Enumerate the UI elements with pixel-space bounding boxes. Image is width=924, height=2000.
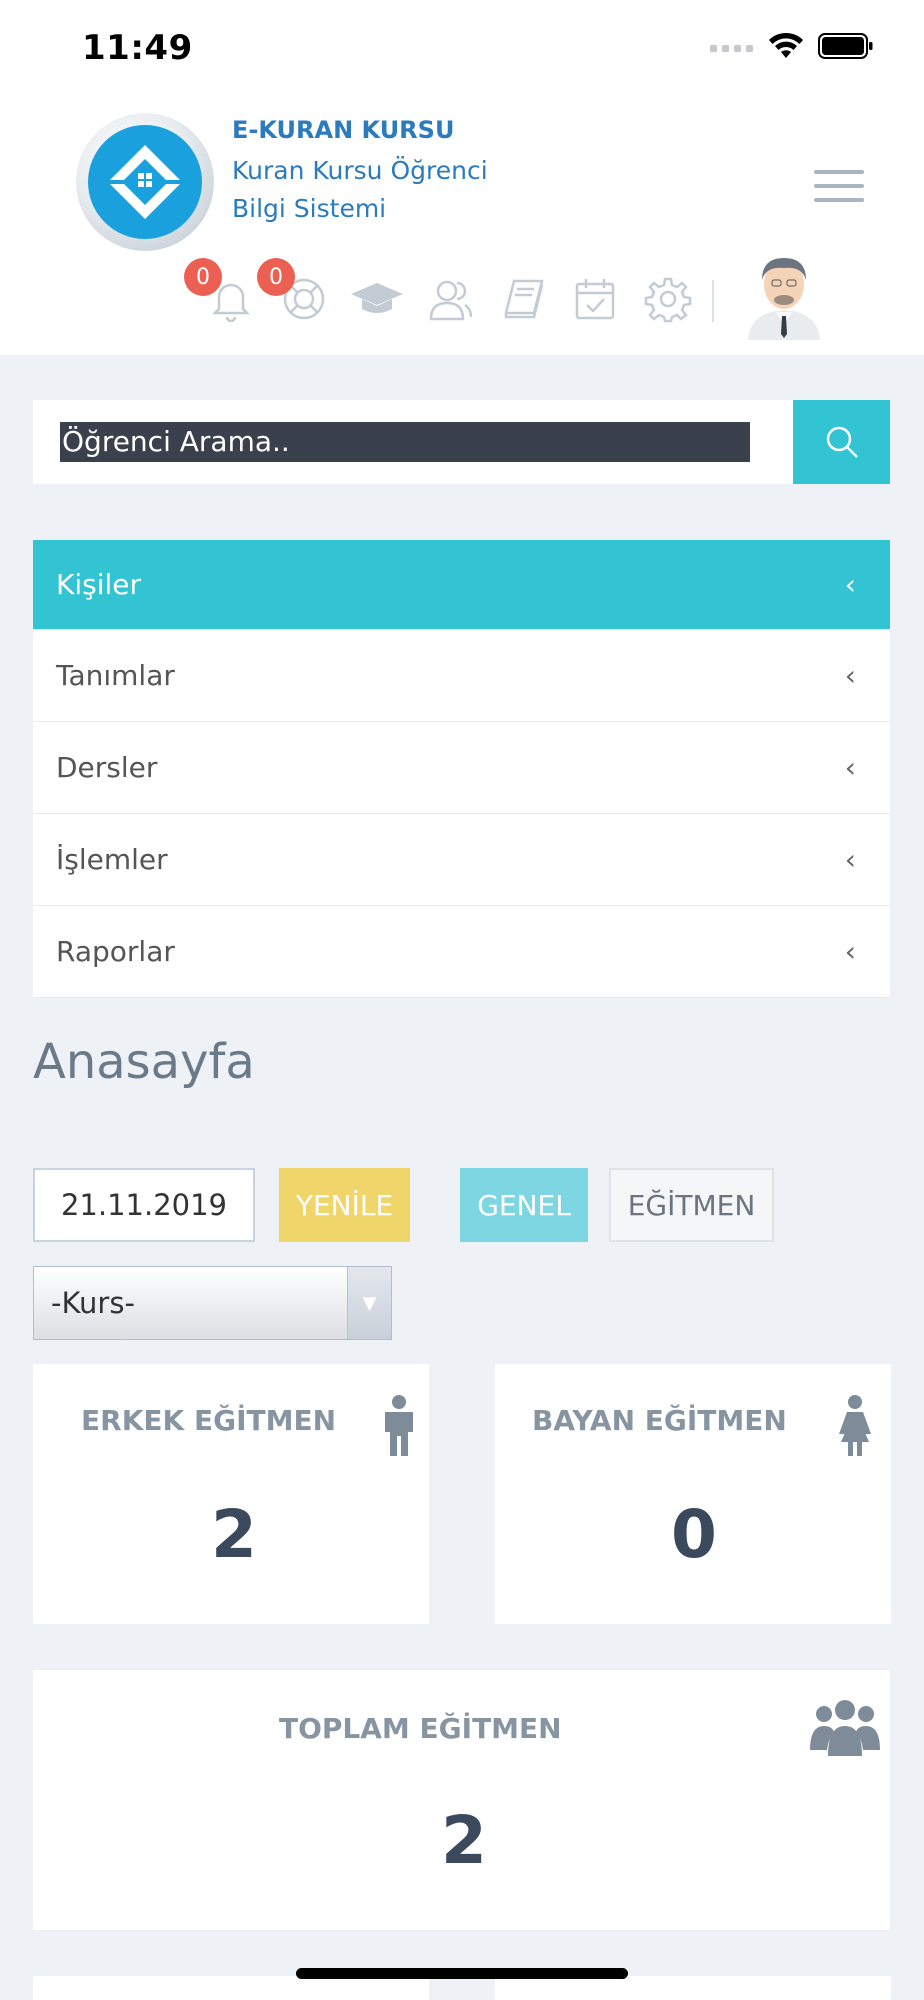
- search-button[interactable]: [793, 400, 890, 484]
- male-icon: [385, 1395, 413, 1456]
- menu-item-label: Raporlar: [56, 935, 175, 968]
- calendar-button[interactable]: [571, 275, 619, 323]
- course-select-value: -Kurs-: [51, 1286, 135, 1320]
- book-icon: [504, 279, 544, 319]
- chevron-left-icon: ‹: [844, 843, 856, 876]
- female-instructor-value: 0: [671, 1496, 717, 1573]
- notifications-badge: 0: [184, 258, 222, 296]
- search-input[interactable]: [60, 422, 750, 462]
- general-button[interactable]: GENEL: [460, 1168, 588, 1242]
- male-instructor-label: ERKEK EĞİTMEN: [81, 1404, 337, 1437]
- female-instructor-card: BAYAN EĞİTMEN 0: [495, 1364, 891, 1624]
- page-title: Anasayfa: [33, 1034, 255, 1090]
- brand-subtitle: Kuran Kursu Öğrenci Bilgi Sistemi: [232, 156, 488, 223]
- users-icon: [429, 280, 473, 321]
- wifi-icon: [769, 32, 803, 58]
- group-icon: [810, 1700, 880, 1756]
- avatar-icon: [748, 258, 820, 340]
- menu-item-kisiler[interactable]: Kişiler ‹: [33, 540, 890, 630]
- navigation-menu: Kişiler ‹ Tanımlar ‹ Dersler ‹ İşlemler …: [33, 540, 890, 998]
- app-header: E-KURAN KURSU Kuran Kursu Öğrenci Bilgi …: [0, 100, 924, 355]
- hamburger-bar: [814, 184, 864, 188]
- course-select[interactable]: -Kurs- ▼: [33, 1266, 392, 1340]
- app-logo[interactable]: [76, 113, 214, 251]
- menu-item-dersler[interactable]: Dersler ‹: [33, 722, 890, 814]
- status-bar: 11:49: [0, 0, 924, 100]
- toolbar-divider: [712, 280, 714, 322]
- courses-button[interactable]: [350, 275, 403, 323]
- signal-icon: [710, 45, 753, 52]
- male-instructor-card: ERKEK EĞİTMEN 2: [33, 1364, 429, 1624]
- total-instructor-value: 2: [441, 1802, 487, 1879]
- chevron-down-icon: ▼: [347, 1267, 391, 1339]
- instructor-button[interactable]: EĞİTMEN: [609, 1168, 774, 1242]
- gear-icon: [644, 277, 692, 323]
- menu-item-tanimlar[interactable]: Tanımlar ‹: [33, 630, 890, 722]
- menu-item-label: Dersler: [56, 751, 158, 784]
- total-instructor-label: TOPLAM EĞİTMEN: [279, 1712, 562, 1745]
- users-button[interactable]: [427, 275, 475, 323]
- status-time: 11:49: [82, 28, 193, 68]
- calendar-check-icon: [575, 279, 615, 320]
- menu-item-label: İşlemler: [56, 843, 168, 876]
- hamburger-bar: [814, 170, 864, 174]
- settings-button[interactable]: [644, 275, 692, 323]
- hamburger-bar: [814, 198, 864, 202]
- date-input[interactable]: 21.11.2019: [33, 1168, 255, 1242]
- chevron-left-icon: ‹: [844, 659, 856, 692]
- female-icon: [839, 1395, 871, 1456]
- chevron-left-icon: ‹: [844, 568, 856, 601]
- total-instructor-card: TOPLAM EĞİTMEN 2: [33, 1670, 890, 1930]
- search-icon: [826, 426, 858, 458]
- refresh-button[interactable]: YENİLE: [279, 1168, 410, 1242]
- home-indicator[interactable]: [296, 1968, 628, 1979]
- logo-mark-icon: [110, 145, 180, 219]
- menu-item-label: Tanımlar: [56, 659, 175, 692]
- male-instructor-value: 2: [211, 1496, 257, 1573]
- battery-icon: [818, 33, 873, 59]
- female-instructor-label: BAYAN EĞİTMEN: [532, 1404, 787, 1437]
- chevron-left-icon: ‹: [844, 751, 856, 784]
- next-card-left: [33, 1976, 429, 2000]
- menu-item-label: Kişiler: [56, 568, 142, 601]
- messages-badge: 0: [257, 258, 295, 296]
- user-avatar[interactable]: [742, 250, 826, 340]
- chevron-left-icon: ‹: [844, 935, 856, 968]
- menu-item-raporlar[interactable]: Raporlar ‹: [33, 906, 890, 998]
- next-card-right: [495, 1976, 891, 2000]
- status-indicators: [710, 32, 874, 60]
- graduation-cap-icon: [351, 283, 403, 313]
- menu-item-islemler[interactable]: İşlemler ‹: [33, 814, 890, 906]
- hamburger-menu-button[interactable]: [814, 170, 864, 206]
- brand-title: E-KURAN KURSU: [232, 116, 455, 144]
- books-button[interactable]: [500, 275, 548, 323]
